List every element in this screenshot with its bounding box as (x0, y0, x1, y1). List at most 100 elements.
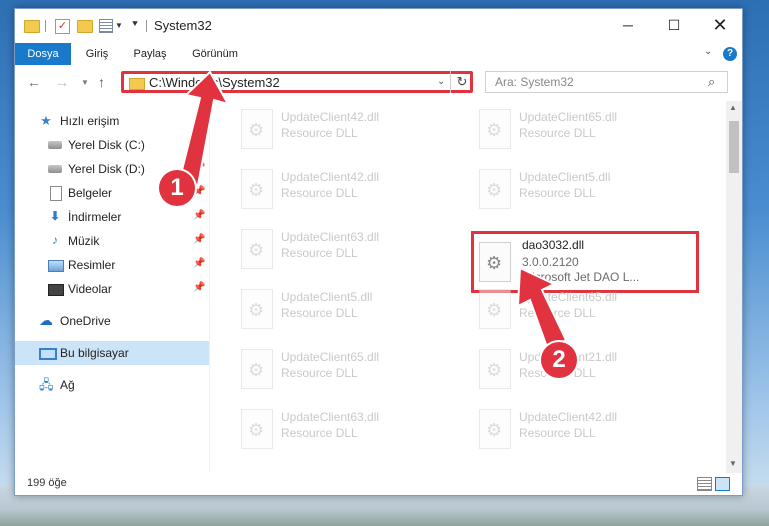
back-arrow-icon[interactable]: ← (27, 74, 41, 90)
file-type: Resource DLL (281, 126, 358, 140)
customize-toolbar-icon[interactable]: ⯆ (131, 19, 139, 35)
file-type: Resource DLL (281, 306, 358, 320)
disk-icon (48, 141, 62, 149)
file-tile[interactable]: UpdateClient65.dll Resource DLL (467, 103, 697, 159)
address-path[interactable]: C:\Windows\System32 (149, 75, 280, 90)
file-version: 3.0.0.2120 (522, 255, 579, 269)
ribbon-tabs: Dosya Giriş Paylaş Görünüm ⌄ ? (15, 43, 742, 66)
music-note-icon: ♪ (52, 233, 58, 247)
file-type: Resource DLL (519, 426, 596, 440)
file-type: Resource DLL (281, 366, 358, 380)
file-tile[interactable]: UpdateClient65.dll Resource DLL (467, 283, 697, 339)
computer-icon (39, 348, 57, 360)
search-icon[interactable]: ⌕ (708, 74, 715, 90)
sidebar-item-this-pc[interactable]: Bu bilgisayar (15, 341, 209, 365)
tab-share[interactable]: Paylaş (128, 43, 172, 65)
pane-divider[interactable] (209, 101, 210, 473)
sidebar-item-downloads[interactable]: ⬇ İndirmeler 📌 (15, 205, 209, 229)
window-title: System32 (154, 18, 212, 33)
tab-view[interactable]: Görünüm (185, 43, 245, 65)
close-button[interactable]: ✕ (697, 9, 743, 41)
file-name: UpdateClient5.dll (519, 170, 611, 184)
pin-icon[interactable]: 📌 (193, 210, 205, 221)
sidebar-item-label: İndirmeler (68, 210, 122, 224)
file-type: Resource DLL (281, 186, 358, 200)
dll-file-icon (241, 109, 273, 149)
sidebar-item-quick-access[interactable]: ★ Hızlı erişim (15, 109, 209, 133)
file-name: UpdateClient42.dll (281, 110, 380, 124)
navigation-bar: ← → ▼ ↑ C:\Windows\System32 ⌄ ↻ Ara: Sys… (15, 65, 742, 101)
step-2-callout: 2 (541, 342, 577, 378)
dll-file-icon (479, 289, 511, 329)
help-icon[interactable]: ? (723, 47, 737, 61)
forward-arrow-icon[interactable]: → (55, 74, 69, 90)
details-view-icon[interactable] (697, 477, 712, 491)
star-icon: ★ (40, 113, 52, 128)
sidebar-item-local-disk-c[interactable]: Yerel Disk (C:) 📌 (15, 133, 209, 157)
file-type: Resource DLL (281, 426, 358, 440)
disk-icon (48, 165, 62, 173)
sidebar-item-videos[interactable]: Videolar 📌 (15, 277, 209, 301)
minimize-button[interactable]: ─ (605, 9, 651, 41)
file-tile[interactable]: UpdateClient42.dll Resource DLL (467, 403, 697, 459)
refresh-icon[interactable]: ↻ (450, 71, 473, 93)
recent-locations-icon[interactable]: ▼ (81, 78, 89, 87)
pin-icon[interactable]: 📌 (193, 138, 205, 149)
chevron-down-icon[interactable]: ⌄ (437, 76, 445, 87)
sidebar-item-onedrive[interactable]: ☁ OneDrive (15, 309, 209, 333)
search-input[interactable]: Ara: System32 ⌕ (485, 71, 728, 93)
file-tile[interactable]: UpdateClient5.dll Resource DLL (229, 283, 459, 339)
file-tile[interactable]: UpdateClient5.dll Resource DLL (467, 163, 697, 219)
pin-icon[interactable]: 📌 (193, 258, 205, 269)
new-folder-icon[interactable] (77, 20, 93, 33)
search-placeholder: Ara: System32 (495, 75, 574, 89)
file-type: Resource DLL (519, 306, 596, 320)
explorer-window: ✓ ▼ ⯆ System32 ─ ☐ ✕ Dosya Giriş Paylaş … (14, 8, 743, 496)
scroll-down-icon[interactable]: ▼ (729, 459, 737, 468)
expand-ribbon-icon[interactable]: ⌄ (704, 46, 712, 57)
pin-icon[interactable]: 📌 (193, 234, 205, 245)
quick-access-dropdown-icon[interactable]: ▼ (115, 21, 123, 37)
file-name: dao3032.dll (522, 238, 585, 252)
dll-file-icon (241, 169, 273, 209)
pin-icon[interactable]: 📌 (193, 282, 205, 293)
tab-file[interactable]: Dosya (15, 43, 71, 65)
sidebar-item-music[interactable]: ♪ Müzik 📌 (15, 229, 209, 253)
scroll-up-icon[interactable]: ▲ (729, 103, 737, 112)
sidebar-item-pictures[interactable]: Resimler 📌 (15, 253, 209, 277)
file-tile[interactable]: UpdateClient65.dll Resource DLL (229, 343, 459, 399)
file-tile[interactable]: UpdateClient42.dll Resource DLL (229, 163, 459, 219)
file-name: UpdateClient65.dll (519, 110, 618, 124)
properties-check-icon[interactable]: ✓ (55, 19, 70, 34)
sidebar-item-label: Yerel Disk (C:) (68, 138, 145, 152)
scrollbar-thumb[interactable] (729, 121, 739, 173)
file-type: Resource DLL (281, 246, 358, 260)
file-list: UpdateClient42.dll Resource DLL UpdateCl… (211, 101, 726, 473)
sidebar-item-label: Müzik (68, 234, 100, 248)
address-bar[interactable]: C:\Windows\System32 ⌄ ↻ (121, 71, 473, 93)
file-name: UpdateClient63.dll (281, 230, 380, 244)
sidebar-item-label: Hızlı erişim (60, 114, 120, 128)
file-tile[interactable]: UpdateClient63.dll Resource DLL (229, 223, 459, 279)
sidebar-item-label: Belgeler (68, 186, 113, 200)
tiles-view-icon[interactable] (715, 477, 730, 491)
sidebar-item-network[interactable]: 🖧 Ağ (15, 373, 209, 397)
dll-file-icon (241, 229, 273, 269)
maximize-button[interactable]: ☐ (651, 9, 697, 41)
cloud-icon: ☁ (39, 312, 53, 328)
folder-icon (129, 78, 145, 90)
dll-file-icon (241, 289, 273, 329)
folder-icon (24, 20, 40, 33)
file-tile[interactable]: UpdateClient42.dll Resource DLL (229, 103, 459, 159)
separator (146, 20, 147, 32)
vertical-scrollbar[interactable]: ▲ ▼ (726, 101, 742, 473)
properties-icon[interactable] (99, 19, 113, 33)
sidebar-item-label: Bu bilgisayar (60, 346, 129, 360)
file-tile[interactable]: UpdateClient63.dll Resource DLL (229, 403, 459, 459)
file-tile[interactable]: UpdateClient21.dll Resource DLL (467, 343, 697, 399)
sidebar-item-label: Ağ (60, 378, 75, 392)
file-type: Resource DLL (519, 126, 596, 140)
pin-icon[interactable]: 📌 (193, 162, 205, 173)
tab-home[interactable]: Giriş (77, 43, 117, 65)
up-arrow-icon[interactable]: ↑ (98, 74, 105, 90)
